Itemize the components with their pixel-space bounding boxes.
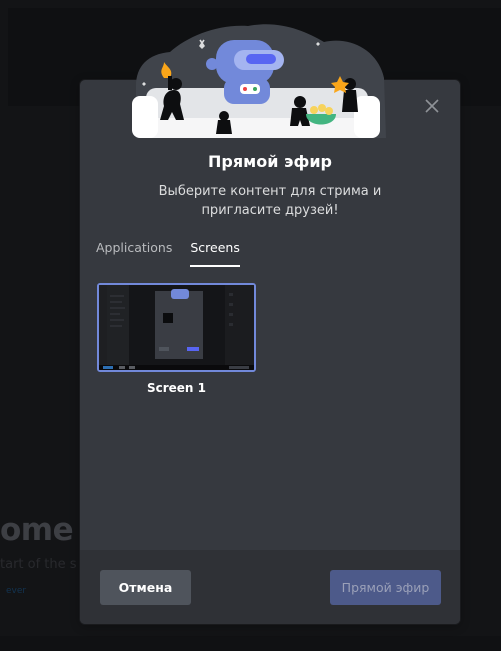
cancel-button[interactable]: Отмена (100, 570, 191, 605)
tab-applications[interactable]: Applications (96, 240, 172, 266)
screen-preview-image (99, 285, 254, 370)
modal-subtitle: Выберите контент для стрима и пригласите… (158, 184, 382, 218)
close-icon (425, 99, 439, 113)
screen-thumbnail[interactable] (97, 283, 256, 372)
modal-title: Прямой эфир (208, 152, 332, 171)
stream-illustration-icon (132, 24, 386, 138)
screen-label: Screen 1 (146, 381, 207, 395)
go-live-button[interactable]: Прямой эфир (330, 570, 441, 605)
close-button[interactable] (420, 94, 444, 118)
tab-screens[interactable]: Screens (190, 240, 240, 267)
source-tabs: Applications Screens (96, 240, 258, 268)
